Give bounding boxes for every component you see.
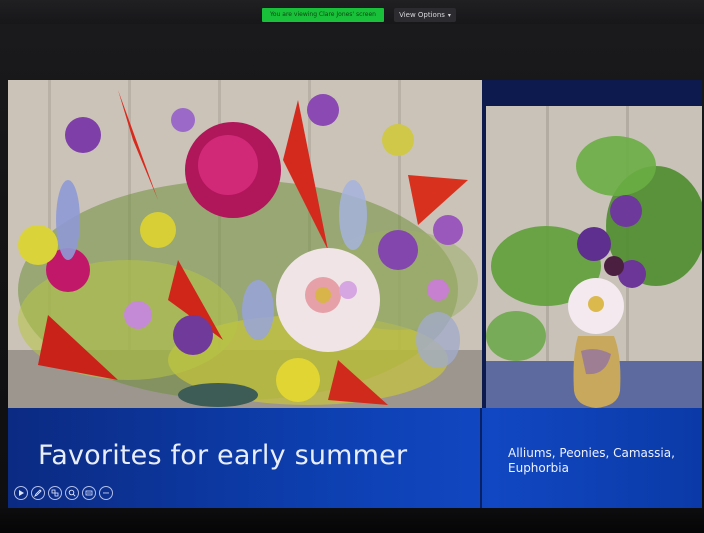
view-options-label: View Options	[399, 11, 445, 19]
meeting-toolbar: You are viewing Clare Jones' screen View…	[0, 0, 704, 24]
slides-icon[interactable]	[48, 486, 62, 500]
caption-divider	[480, 408, 482, 508]
bouquet-illustration	[8, 80, 482, 408]
slide-title: Favorites for early summer	[38, 440, 408, 471]
chevron-down-icon: ▾	[447, 12, 451, 19]
screen-share-banner: You are viewing Clare Jones' screen	[262, 8, 384, 22]
view-options-button[interactable]: View Options ▾	[394, 8, 456, 22]
vase-photo	[486, 106, 702, 408]
presenter-controls	[14, 484, 113, 502]
zoom-icon[interactable]	[65, 486, 79, 500]
play-icon[interactable]	[14, 486, 28, 500]
vase-illustration	[486, 106, 702, 408]
subtitles-icon[interactable]	[82, 486, 96, 500]
pen-icon[interactable]	[31, 486, 45, 500]
slide-subtitle: Alliums, Peonies, Camassia, Euphorbia	[508, 446, 675, 475]
bouquet-photo	[8, 80, 482, 408]
monitor-bezel	[0, 508, 704, 533]
more-icon[interactable]	[99, 486, 113, 500]
shared-slide: Favorites for early summer Alliums, Peon…	[8, 80, 702, 508]
monitor-screen: You are viewing Clare Jones' screen View…	[0, 0, 704, 533]
